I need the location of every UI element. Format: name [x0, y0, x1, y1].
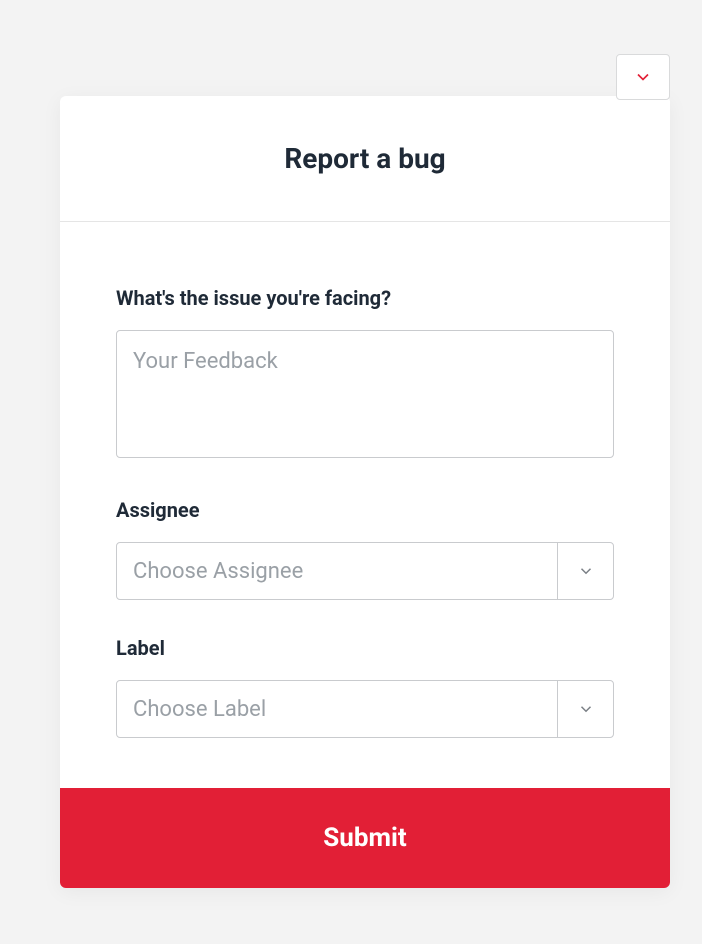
assignee-select[interactable]: Choose Assignee	[116, 542, 614, 600]
assignee-select-arrow	[557, 543, 613, 599]
card-body: What's the issue you're facing? Assignee…	[60, 222, 670, 788]
label-select-arrow	[557, 681, 613, 737]
assignee-form-group: Assignee Choose Assignee	[116, 498, 614, 600]
issue-form-group: What's the issue you're facing?	[116, 286, 614, 462]
card-title: Report a bug	[80, 142, 650, 175]
submit-button[interactable]: Submit	[60, 788, 670, 888]
assignee-select-value: Choose Assignee	[117, 559, 557, 584]
widget-toggle-button[interactable]	[616, 54, 670, 100]
chevron-down-icon	[577, 562, 595, 580]
card-header: Report a bug	[60, 96, 670, 222]
label-form-group: Label Choose Label	[116, 636, 614, 738]
bug-report-card: Report a bug What's the issue you're fac…	[60, 96, 670, 888]
label-field-label: Label	[116, 636, 614, 660]
label-select[interactable]: Choose Label	[116, 680, 614, 738]
feedback-textarea[interactable]	[116, 330, 614, 458]
issue-label: What's the issue you're facing?	[116, 286, 614, 310]
chevron-down-icon	[633, 67, 653, 87]
widget-toggle-container	[616, 54, 670, 100]
chevron-down-icon	[577, 700, 595, 718]
assignee-label: Assignee	[116, 498, 614, 522]
label-select-value: Choose Label	[117, 697, 557, 722]
